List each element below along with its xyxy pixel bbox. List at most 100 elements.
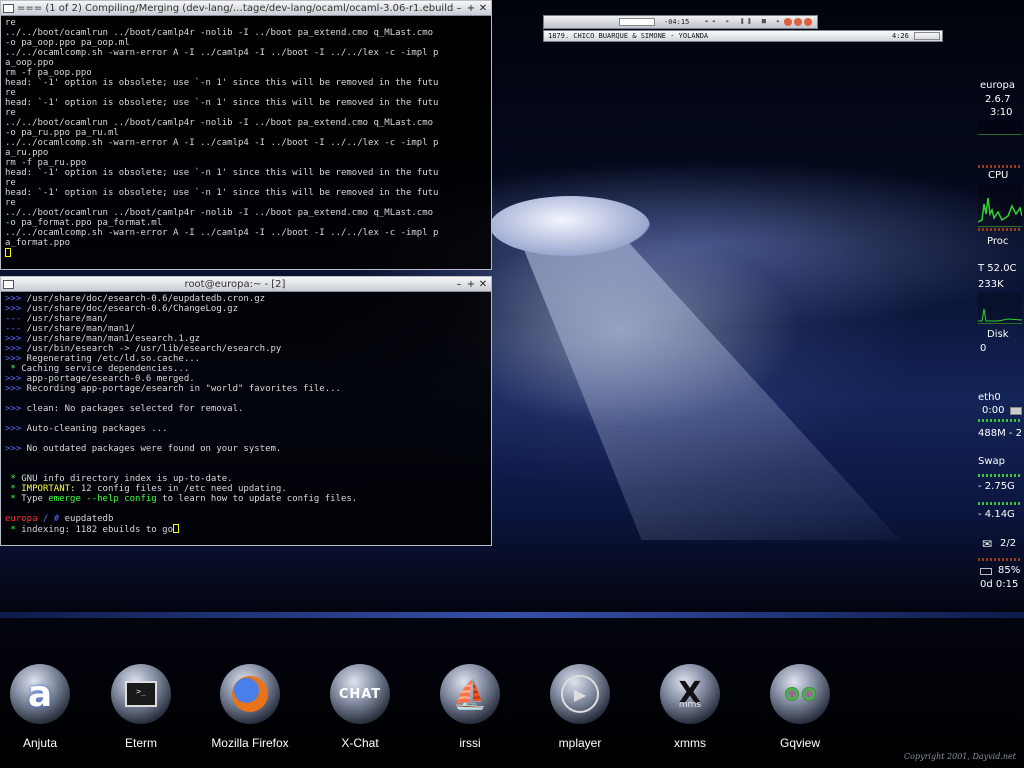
terminal-cursor bbox=[5, 248, 11, 257]
xmms-seek-box[interactable] bbox=[914, 32, 940, 40]
root-terminal-window[interactable]: root@europa:~ - [2] – + ✕ >>> /usr/share… bbox=[0, 276, 492, 546]
terminal-line: >>> /usr/share/doc/esearch-0.6/eupdatedb… bbox=[5, 294, 266, 304]
binoculars-icon[interactable] bbox=[770, 664, 830, 724]
mail-count: 2/2 bbox=[1000, 538, 1017, 549]
terminal-line: ../../boot/ocamlrun ../boot/camlp4r -nol… bbox=[5, 208, 434, 218]
terminal-line: -o pa_oop.ppo pa_oop.ml bbox=[5, 38, 130, 48]
terminal-line: re bbox=[5, 88, 16, 98]
disk-label: Disk bbox=[987, 329, 1009, 340]
shell-prompt: europa / # eupdatedb bbox=[5, 514, 487, 524]
swap-label: Swap bbox=[978, 456, 1006, 467]
play-icon[interactable]: ▶ bbox=[550, 664, 610, 724]
wallpaper-mushroom-cap bbox=[490, 196, 650, 256]
terminal-line: -o pa_format.ppo pa_format.ml bbox=[5, 218, 163, 228]
compile-terminal-output[interactable]: re ../../boot/ocamlrun ../boot/camlp4r -n… bbox=[1, 16, 491, 260]
terminal-line: head: `-1' option is obsolete; use `-n 1… bbox=[5, 168, 439, 178]
anjuta-a-icon[interactable]: a bbox=[10, 664, 70, 724]
memory-graph bbox=[978, 293, 1023, 324]
hostname-label: europa bbox=[980, 80, 1015, 91]
firefox-globe-icon[interactable] bbox=[220, 664, 280, 724]
root-terminal-title: root@europa:~ - [2] bbox=[184, 278, 286, 290]
xmms-player[interactable]: -04:15 ◂◂ ▸ ❚❚ ■ ▸▸ bbox=[543, 15, 818, 29]
terminal-line: rm -f pa_oop.ppo bbox=[5, 68, 92, 78]
close-button[interactable]: ✕ bbox=[477, 279, 489, 290]
net-button-icon[interactable] bbox=[1010, 407, 1022, 415]
dock-xmms[interactable]: X mms xmms bbox=[650, 664, 730, 750]
terminal-line: a_oop.ppo bbox=[5, 58, 54, 68]
disk-value: 0 bbox=[980, 343, 987, 354]
minimize-button[interactable]: – bbox=[453, 279, 465, 290]
root-terminal-output[interactable]: >>> /usr/share/doc/esearch-0.6/eupdatedb… bbox=[1, 292, 491, 536]
battery-icon bbox=[980, 568, 992, 575]
close-button[interactable]: ✕ bbox=[477, 3, 489, 14]
window-menu-icon[interactable] bbox=[3, 279, 14, 289]
gkrellm-monitor: europa 2.6.7 3:10 CPU Proc T 52.0C 233K … bbox=[976, 78, 1024, 598]
terminal-line: a_ru.ppo bbox=[5, 148, 49, 158]
root-terminal-titlebar[interactable]: root@europa:~ - [2] – + ✕ bbox=[1, 277, 491, 292]
dock-label-anjuta: Anjuta bbox=[22, 736, 58, 750]
terminal-line: >>> Auto-cleaning packages ... bbox=[5, 424, 168, 434]
terminal-line: -o pa_ru.ppo pa_ru.ml bbox=[5, 128, 119, 138]
dock-irssi[interactable]: ⛵ irssi bbox=[430, 664, 510, 750]
maximize-button[interactable]: + bbox=[465, 3, 477, 14]
memory-label: 233K bbox=[978, 279, 1004, 290]
dock-label-xmms: xmms bbox=[674, 736, 706, 750]
window-menu-icon[interactable] bbox=[3, 3, 14, 13]
swap-krell bbox=[978, 474, 1022, 477]
xmms-track-length: 4:26 bbox=[892, 32, 909, 40]
indexing-status-line: * indexing: 1182 ebuilds to go bbox=[5, 524, 487, 535]
terminal-line: re bbox=[5, 198, 16, 208]
terminal-icon[interactable]: >_ bbox=[111, 664, 171, 724]
dock-firefox[interactable]: Mozilla Firefox bbox=[210, 664, 290, 750]
xmms-x-icon[interactable]: X mms bbox=[660, 664, 720, 724]
battery-percent: 85% bbox=[998, 565, 1021, 576]
terminal-line: --- /usr/share/man/ bbox=[5, 314, 108, 324]
compile-terminal-title: === (1 of 2) Compiling/Merging (dev-lang… bbox=[17, 2, 453, 14]
cpu-graph-line bbox=[977, 197, 1023, 223]
ship-icon[interactable]: ⛵ bbox=[440, 664, 500, 724]
temperature-label: T 52.0C bbox=[978, 263, 1017, 274]
xmms-playlist-bar[interactable]: 1879. CHICO BUARQUE & SIMONE - YOLANDA 4… bbox=[543, 30, 943, 42]
clock-graph bbox=[978, 120, 1022, 135]
terminal-line: head: `-1' option is obsolete; use `-n 1… bbox=[5, 188, 439, 198]
xmms-shade-icon[interactable] bbox=[794, 18, 802, 26]
terminal-line: * IMPORTANT: 12 config files in /etc nee… bbox=[5, 484, 287, 494]
battery-meter bbox=[978, 558, 1022, 561]
xmms-volume-slider[interactable] bbox=[619, 18, 655, 26]
terminal-line: ../../ocamlcomp.sh -warn-error A -I ../c… bbox=[5, 48, 439, 58]
xmms-track-title: 1879. CHICO BUARQUE & SIMONE - YOLANDA bbox=[548, 32, 709, 40]
dock-eterm[interactable]: >_ Eterm bbox=[101, 664, 181, 750]
compile-terminal-titlebar[interactable]: === (1 of 2) Compiling/Merging (dev-lang… bbox=[1, 1, 491, 16]
maximize-button[interactable]: + bbox=[465, 279, 477, 290]
dock-label-gqview: Gqview bbox=[779, 736, 820, 750]
xmms-minimize-icon[interactable] bbox=[784, 18, 792, 26]
terminal-cursor-line bbox=[5, 248, 487, 258]
terminal-line: >>> Recording app-portage/esearch in "wo… bbox=[5, 384, 341, 394]
dock-xchat[interactable]: CHAT X-Chat bbox=[320, 664, 400, 750]
prompt-path: / # bbox=[37, 514, 65, 524]
xmms-transport-controls[interactable]: ◂◂ ▸ ❚❚ ■ ▸▸ bbox=[704, 17, 791, 25]
net-time: 0:00 bbox=[982, 405, 1005, 416]
cpu-graph[interactable] bbox=[977, 184, 1023, 227]
chat-x-icon[interactable]: CHAT bbox=[330, 664, 390, 724]
proc-meter bbox=[978, 228, 1022, 231]
dock-anjuta[interactable]: a Anjuta bbox=[0, 664, 80, 750]
prompt-command: eupdatedb bbox=[64, 514, 114, 524]
mail-icon[interactable]: ✉ bbox=[982, 537, 992, 551]
terminal-line: * Type emerge --help config to learn how… bbox=[5, 494, 358, 504]
xmms-close-icon[interactable] bbox=[804, 18, 812, 26]
terminal-line: >>> clean: No packages selected for remo… bbox=[5, 404, 244, 414]
terminal-line: ../../ocamlcomp.sh -warn-error A -I ../c… bbox=[5, 228, 439, 238]
minimize-button[interactable]: – bbox=[453, 3, 465, 14]
dock-divider bbox=[0, 612, 1024, 618]
terminal-line: head: `-1' option is obsolete; use `-n 1… bbox=[5, 78, 439, 88]
dock-mplayer[interactable]: ▶ mplayer bbox=[540, 664, 620, 750]
dock-label-irssi: irssi bbox=[459, 736, 481, 750]
net-krell bbox=[978, 419, 1022, 422]
compile-terminal-window[interactable]: === (1 of 2) Compiling/Merging (dev-lang… bbox=[0, 0, 492, 270]
dock-gqview[interactable]: Gqview bbox=[760, 664, 840, 750]
terminal-line: a_format.ppo bbox=[5, 238, 71, 248]
terminal-line: re bbox=[5, 108, 16, 118]
net-interface-label: eth0 bbox=[978, 392, 1001, 403]
